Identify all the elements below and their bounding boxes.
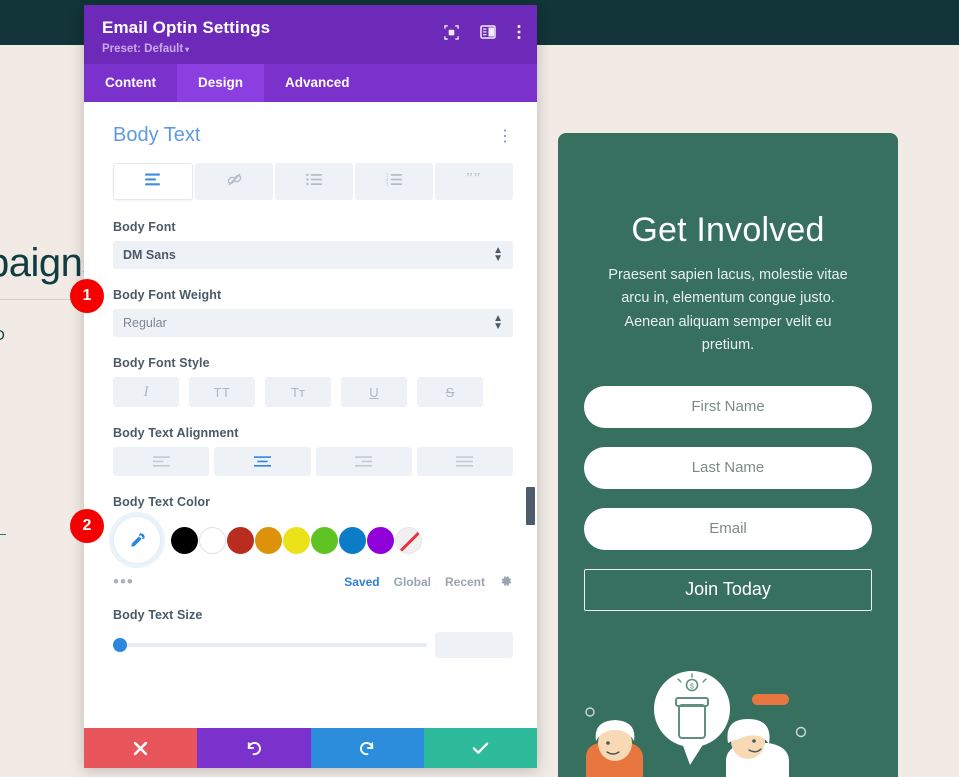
align-right-icon[interactable] <box>315 447 412 476</box>
panel-scrollbar-thumb[interactable] <box>526 487 535 525</box>
tab-content[interactable]: Content <box>84 64 177 102</box>
tab-advanced[interactable]: Advanced <box>264 64 371 102</box>
section-header: Body Text ⋮ <box>113 124 513 147</box>
preset-selector[interactable]: Preset: Default ▾ <box>102 43 519 55</box>
strikethrough-icon[interactable]: S <box>417 377 483 407</box>
body-text-alignment-label: Body Text Alignment <box>113 426 239 440</box>
body-font-style-label: Body Font Style <box>113 356 210 370</box>
body-text-alignment-buttons <box>113 447 513 476</box>
cancel-button[interactable] <box>84 728 198 768</box>
optin-submit-button[interactable]: Join Today <box>584 568 872 611</box>
align-left-icon[interactable] <box>113 447 210 476</box>
swatch-green[interactable] <box>311 526 338 554</box>
save-button[interactable] <box>423 728 537 768</box>
swatch-purple[interactable] <box>367 526 394 554</box>
uppercase-icon[interactable]: TT <box>189 377 255 407</box>
swatch-transparent[interactable] <box>395 526 422 554</box>
modal-body: Body Text ⋮ 1 2 3 ” ” Body Font DM Sans … <box>84 102 537 728</box>
select-arrows-icon: ▲ ▼ <box>493 244 503 264</box>
donation-illustration: $ <box>585 671 807 777</box>
color-tab-saved[interactable]: Saved <box>344 575 379 589</box>
annotation-badge-2: 2 <box>70 509 104 543</box>
align-center-icon[interactable] <box>214 447 311 476</box>
optin-first-name-input[interactable]: First Name <box>584 385 872 428</box>
swatch-dark-red[interactable] <box>227 526 254 554</box>
svg-text:$: $ <box>690 684 694 691</box>
body-font-label: Body Font <box>113 220 176 234</box>
tab-design[interactable]: Design <box>177 64 265 102</box>
italic-icon[interactable]: I <box>113 377 179 407</box>
capitalize-icon[interactable]: Tᴛ <box>265 377 331 407</box>
chevron-down-icon: ▾ <box>185 45 190 54</box>
body-text-size-input[interactable] <box>435 632 513 658</box>
eyedropper-icon[interactable] <box>113 516 161 564</box>
link-icon <box>226 171 243 193</box>
optin-email-input[interactable]: Email <box>584 507 872 550</box>
body-text-icon <box>144 173 162 191</box>
optin-title: Get Involved <box>631 211 825 249</box>
svg-text:”: ” <box>473 173 480 186</box>
select-arrows-icon: ▲ ▼ <box>493 312 503 332</box>
body-text-color-label: Body Text Color <box>113 495 211 509</box>
swatch-white[interactable] <box>199 526 226 554</box>
kebab-menu-icon[interactable] <box>517 24 521 40</box>
section-kebab-icon[interactable]: ⋮ <box>497 126 513 146</box>
page-text-snippet-1: D <box>0 327 5 344</box>
modal-header-actions <box>444 24 521 40</box>
body-font-style-buttons: I TT Tᴛ U S <box>113 377 513 407</box>
body-text-size-slider[interactable] <box>113 638 427 652</box>
blockquote-icon: ”” <box>466 169 483 191</box>
svg-text:3: 3 <box>386 181 389 185</box>
body-font-weight-value: Regular <box>123 316 167 330</box>
unordered-list-icon <box>305 173 323 191</box>
preset-label: Preset: Default <box>102 43 184 55</box>
section-title: Body Text <box>113 124 201 146</box>
swatch-yellow[interactable] <box>283 526 310 554</box>
modal-header: Email Optin Settings Preset: Default ▾ <box>84 5 537 64</box>
subtab-blockquote[interactable]: ”” <box>435 163 513 200</box>
body-font-weight-select[interactable]: Regular ▲ ▼ <box>113 309 513 337</box>
optin-last-name-input[interactable]: Last Name <box>584 446 872 489</box>
align-justify-icon[interactable] <box>416 447 513 476</box>
modal-tabs: Content Design Advanced <box>84 64 537 102</box>
subtab-link[interactable] <box>195 163 273 200</box>
body-text-size-label: Body Text Size <box>113 608 203 622</box>
subtab-body-text[interactable] <box>113 163 193 200</box>
more-colors-icon[interactable]: ••• <box>113 573 134 590</box>
underline-icon[interactable]: U <box>341 377 407 407</box>
page-text-snippet-2: — <box>0 525 6 541</box>
body-font-weight-label: Body Font Weight <box>113 288 222 302</box>
subtab-ordered-list[interactable]: 123 <box>355 163 433 200</box>
undo-button[interactable] <box>197 728 311 768</box>
panel-layout-icon[interactable] <box>480 25 496 39</box>
modal-footer <box>84 728 537 768</box>
ordered-list-icon: 123 <box>386 172 403 191</box>
swatch-blue[interactable] <box>339 526 366 554</box>
color-tab-global[interactable]: Global <box>394 575 431 589</box>
focus-target-icon[interactable] <box>444 24 459 40</box>
email-optin-preview: Get Involved Praesent sapien lacus, mole… <box>558 133 898 777</box>
redo-button[interactable] <box>310 728 424 768</box>
color-tab-recent[interactable]: Recent <box>445 575 485 589</box>
color-swatches <box>113 516 513 564</box>
swatch-black[interactable] <box>171 526 198 554</box>
subtab-unordered-list[interactable] <box>275 163 353 200</box>
body-text-subtabs: 123 ”” <box>113 163 513 200</box>
body-font-select[interactable]: DM Sans ▲ ▼ <box>113 241 513 269</box>
swatch-orange[interactable] <box>255 526 282 554</box>
slider-handle[interactable] <box>113 638 127 652</box>
gear-icon[interactable] <box>499 574 513 591</box>
body-font-value: DM Sans <box>123 248 176 262</box>
svg-text:”: ” <box>466 173 473 186</box>
email-optin-settings-modal: Email Optin Settings Preset: Default ▾ Co… <box>84 5 537 768</box>
annotation-badge-1: 1 <box>70 279 104 313</box>
color-swatch-meta: ••• Saved Global Recent <box>113 572 513 592</box>
optin-description: Praesent sapien lacus, molestie vitae ar… <box>608 267 848 354</box>
